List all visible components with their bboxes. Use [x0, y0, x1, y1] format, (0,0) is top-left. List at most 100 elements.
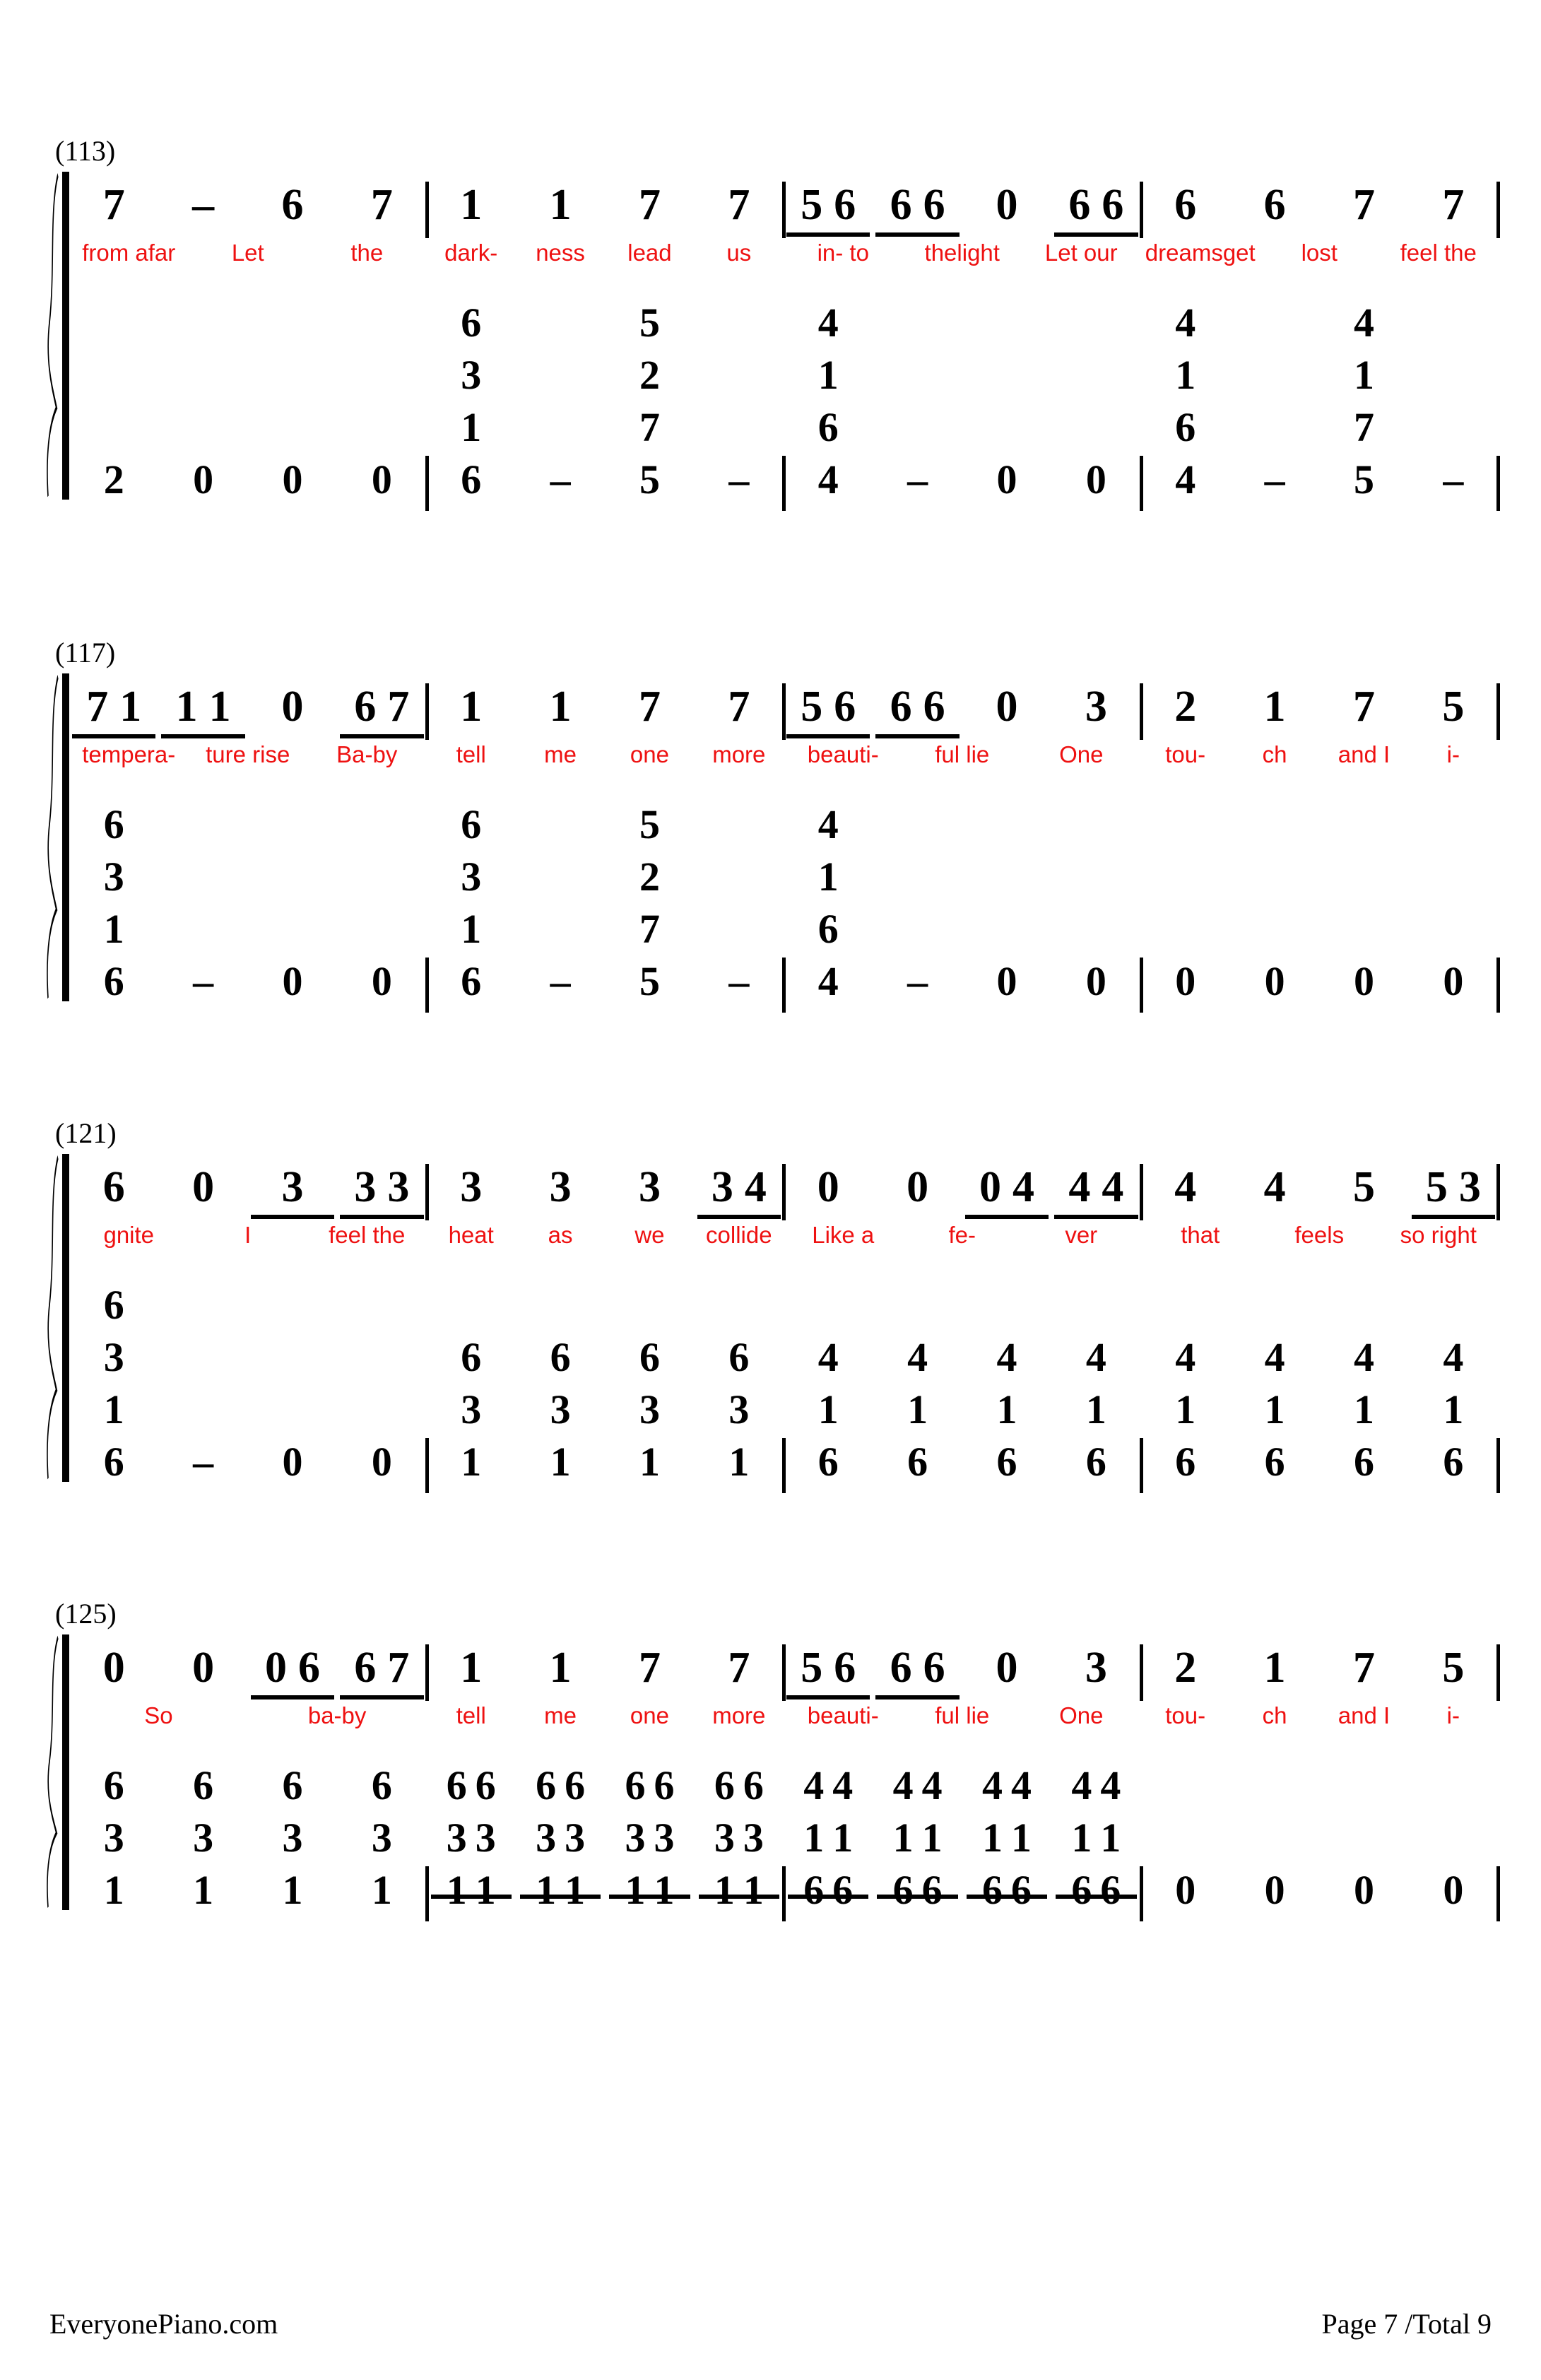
bass-note-6: 6 — [1100, 1867, 1121, 1913]
lyric-syllable: tempera- — [82, 741, 176, 767]
bass-note-0: 0 — [371, 456, 392, 502]
lyric-measure: So ba-by — [69, 1702, 427, 1729]
bass-chord-stack: 0 — [248, 1442, 337, 1483]
bass-measure: 6 3 1 6 – 5 2 7 5 – — [427, 302, 784, 500]
note-3: 3 — [549, 1163, 572, 1211]
system-left-barline — [62, 673, 69, 1001]
bass-chord-stack: 0 — [1230, 961, 1319, 1002]
beam-group: 56 — [784, 685, 873, 738]
staff-system: (121) 6 0 3 3 3 3 3 3 3 4 0 0 0 4 4 4 4 4 5 5 3 gnite Ifeel the… — [42, 1117, 1500, 1493]
lyrics-row: gnite Ifeel the heat as we collide Like a fe-ve… — [69, 1222, 1498, 1261]
note-6: 6 — [281, 181, 304, 229]
bass-note-6: 6 — [461, 958, 482, 1004]
staff-rows: 7 1 1 1 0 6 7 1 1 7 7 5 6 6 6 0 3 2 1 7 5 tempera-ture rise Ba… — [69, 673, 1500, 1013]
note-0: 0 — [979, 1163, 1001, 1211]
bass-chord-stack: 6 3 1 — [516, 1337, 605, 1485]
grand-staff: 7 1 1 1 0 6 7 1 1 7 7 5 6 6 6 0 3 2 1 7 5 tempera-ture rise Ba… — [42, 673, 1500, 1013]
staff-system: (125) 0 0 0 6 6 7 1 1 7 7 5 6 6 6 0 3 2 1 7 5 So ba-by tell me on… — [42, 1597, 1500, 1921]
bass-chord-stack: 6 3 1 — [533, 1765, 559, 1911]
bass-note-4: 4 — [996, 1334, 1017, 1380]
bass-note-3: 3 — [743, 1815, 764, 1861]
bass-chord-stack: 4 1 6 — [801, 1765, 827, 1911]
bass-note-6: 6 — [103, 1762, 124, 1808]
bass-chord-stack: 4 1 6 4 — [784, 801, 873, 1002]
lyric-syllable: dark- — [444, 240, 498, 266]
melody-measure: 2 1 7 5 — [1141, 685, 1499, 729]
bass-chord-stack: 4 1 6 4 — [784, 302, 873, 500]
bass-chord-stack: 6 3 1 — [712, 1765, 738, 1911]
lyric-syllable: us — [726, 240, 752, 266]
beam-line — [519, 1895, 601, 1899]
bass-note-1: 1 — [282, 1867, 303, 1913]
note-6: 6 — [1102, 181, 1124, 229]
bass-note-dash: – — [1443, 456, 1464, 502]
bass-note-1: 1 — [103, 1867, 124, 1913]
bass-chord-stack: 6 3 1 6 — [69, 1285, 158, 1483]
lyric-syllable: fe- — [948, 1222, 976, 1248]
lyric-syllable: the — [350, 240, 384, 266]
bass-note-3: 3 — [103, 1334, 124, 1380]
bass-note-6: 6 — [282, 1762, 303, 1808]
curly-brace-icon — [42, 172, 61, 500]
bass-chord-stack: 0 — [1319, 961, 1408, 1002]
bass-note-3: 3 — [103, 1815, 124, 1861]
lyric-syllable: and I — [1338, 1702, 1391, 1728]
lyric-measure: tell me one more — [427, 741, 784, 768]
bass-note-1: 1 — [817, 854, 839, 900]
melody-measure: 7111067 — [69, 683, 427, 738]
bass-beam-group: 416416 — [1051, 1765, 1140, 1913]
beam-group: 06 — [248, 1646, 337, 1699]
note-1: 1 — [208, 683, 231, 731]
bass-note-dash: – — [907, 456, 928, 502]
melody-measure: 44553 — [1141, 1163, 1499, 1219]
bass-beam-group: 416416 — [784, 1765, 873, 1911]
bass-note-6: 6 — [817, 906, 839, 952]
bass-note-1: 1 — [1175, 1386, 1196, 1432]
note-3: 3 — [354, 1163, 377, 1211]
lyrics-row: tempera-ture rise Ba-by tell me one more beaut… — [69, 741, 1498, 781]
bass-chord-stack: – — [516, 961, 605, 1002]
note-6: 6 — [1174, 181, 1197, 229]
beam-group: 66 — [873, 183, 962, 237]
bass-note-4: 4 — [817, 801, 839, 847]
bass-note-dash: – — [728, 958, 750, 1004]
bass-note-1: 1 — [743, 1867, 764, 1913]
note-6: 6 — [890, 1644, 912, 1692]
bass-note-1: 1 — [103, 906, 124, 952]
bass-note-1: 1 — [1010, 1815, 1032, 1861]
beam-group: 66 — [873, 685, 962, 738]
bass-note-0: 0 — [193, 456, 214, 502]
bass-note-0: 0 — [1443, 1867, 1464, 1913]
bass-chord-stack: 6 3 1 6 — [427, 804, 516, 1004]
measure-number-label: (121) — [55, 1117, 117, 1149]
bass-note-6: 6 — [1443, 1439, 1464, 1485]
bass-note-2: 2 — [639, 854, 660, 900]
note-7: 7 — [370, 181, 393, 229]
bass-note-1: 1 — [625, 1867, 646, 1913]
bass-note-1: 1 — [193, 1867, 214, 1913]
lyric-syllable: that — [1181, 1222, 1220, 1248]
note-0: 0 — [192, 1644, 215, 1692]
bass-note-5: 5 — [639, 958, 660, 1004]
bass-chord-stack: 6 3 1 — [69, 1762, 158, 1913]
melody-measure: 566603 — [784, 1644, 1141, 1699]
bass-chord-stack: 6 3 1 — [651, 1765, 677, 1911]
bass-chord-stack: – — [516, 459, 605, 500]
note-5: 5 — [801, 1644, 823, 1692]
page-footer: EveryonePiano.com Page 7 /Total 9 — [0, 2307, 1541, 2340]
bass-chord-stack: 4 1 6 — [1409, 1337, 1498, 1485]
note-1: 1 — [549, 683, 572, 731]
note-5: 5 — [1442, 683, 1465, 731]
bass-note-dash: – — [193, 958, 214, 1004]
lyric-syllable: beauti- — [807, 741, 879, 767]
bass-note-6: 6 — [907, 1439, 928, 1485]
bass-note-4: 4 — [1085, 1334, 1106, 1380]
note-4: 4 — [1263, 1163, 1286, 1211]
bass-note-7: 7 — [639, 906, 660, 952]
bass-note-1: 1 — [1443, 1386, 1464, 1432]
bass-chord-stack: 0 — [1051, 961, 1140, 1002]
melody-measure: 000444 — [784, 1163, 1141, 1219]
note-dash: – — [192, 181, 215, 229]
beam-group: 11 — [158, 683, 247, 738]
bass-note-1: 1 — [550, 1439, 571, 1485]
